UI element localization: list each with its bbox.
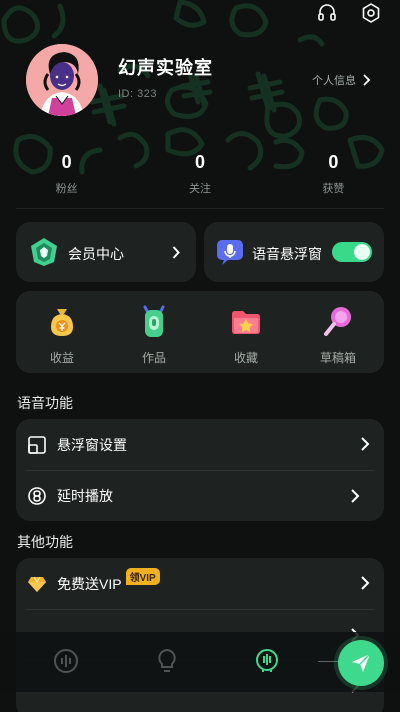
member-center-card[interactable]: 会员中心 <box>16 222 196 282</box>
send-fab-button[interactable] <box>338 640 384 686</box>
mic-circle-icon[interactable] <box>254 648 280 674</box>
stat-value: 0 <box>61 152 72 172</box>
phone-works-icon <box>143 305 165 337</box>
shortcut-works[interactable]: 作品 <box>108 291 200 373</box>
profile-info-link[interactable]: 个人信息 <box>312 72 370 88</box>
send-icon <box>352 653 371 672</box>
shortcut-label: 收藏 <box>233 351 258 365</box>
nav-indicator <box>318 661 340 662</box>
profile-id: ID: 323 <box>118 88 157 100</box>
lollipop-mic-icon <box>324 307 351 336</box>
section-title-other: 其他功能 <box>17 534 73 550</box>
profile-avatar-wrap[interactable] <box>26 44 98 116</box>
voice-function-card: 悬浮窗设置 延时播放 <box>16 419 384 521</box>
chevron-right-icon <box>351 489 360 503</box>
shortcut-label: 收益 <box>49 351 74 365</box>
header-actions <box>316 2 382 24</box>
vip-badge: 领VIP <box>125 568 160 585</box>
gold-diamond-icon <box>28 576 46 592</box>
settings-icon[interactable] <box>360 2 382 24</box>
voice-float-toggle[interactable] <box>332 242 372 262</box>
stats-row: 0 粉丝 0 关注 0 获赞 <box>0 152 400 196</box>
chevron-right-icon <box>361 576 370 590</box>
stat-label: 关注 <box>188 183 211 195</box>
shortcut-label: 草稿箱 <box>319 351 356 365</box>
list-item-label: 免费送VIP <box>57 575 122 592</box>
shortcut-label: 作品 <box>141 351 166 365</box>
chevron-right-icon <box>363 74 370 86</box>
voice-float-card: 语音悬浮窗 <box>204 222 384 282</box>
delay-play-icon <box>28 487 46 505</box>
shortcut-favorites[interactable]: 收藏 <box>200 291 292 373</box>
list-item-float-settings[interactable]: 悬浮窗设置 <box>16 419 384 470</box>
member-center-label: 会员中心 <box>68 246 124 262</box>
shortcut-grid: 收益 作品 收藏 草稿箱 <box>16 291 384 373</box>
avatar[interactable] <box>26 44 98 116</box>
list-item-free-vip[interactable]: 免费送VIP 领VIP <box>16 558 384 609</box>
microphone-icon <box>217 240 243 265</box>
voice-float-label: 语音悬浮窗 <box>252 246 322 262</box>
stat-fans[interactable]: 0 粉丝 <box>0 152 133 196</box>
star-folder-icon <box>232 311 260 334</box>
list-item-label: 延时播放 <box>57 488 113 504</box>
stat-likes[interactable]: 0 获赞 <box>267 152 400 196</box>
stat-label: 粉丝 <box>55 183 78 195</box>
gem-shield-icon <box>31 238 57 266</box>
float-window-icon <box>28 435 46 454</box>
stat-label: 获赞 <box>322 183 345 195</box>
shortcut-earnings[interactable]: 收益 <box>16 291 108 373</box>
list-item-label: 悬浮窗设置 <box>57 436 127 453</box>
profile-name: 幻声实验室 <box>118 58 213 78</box>
chevron-right-icon <box>172 246 180 259</box>
profile-info-label: 个人信息 <box>312 75 356 87</box>
chevron-right-icon <box>361 437 370 451</box>
section-title-voice: 语音功能 <box>17 395 73 411</box>
stat-value: 0 <box>328 152 339 172</box>
shortcut-drafts[interactable]: 草稿箱 <box>292 291 384 373</box>
list-item-delay-play[interactable]: 延时播放 <box>26 470 374 521</box>
divider <box>16 208 384 209</box>
stat-following[interactable]: 0 关注 <box>133 152 266 196</box>
money-bag-icon <box>51 309 73 336</box>
headset-icon[interactable] <box>316 2 338 24</box>
bulb-icon[interactable] <box>154 648 180 674</box>
stat-value: 0 <box>194 152 205 172</box>
soundwave-icon[interactable] <box>53 648 79 674</box>
